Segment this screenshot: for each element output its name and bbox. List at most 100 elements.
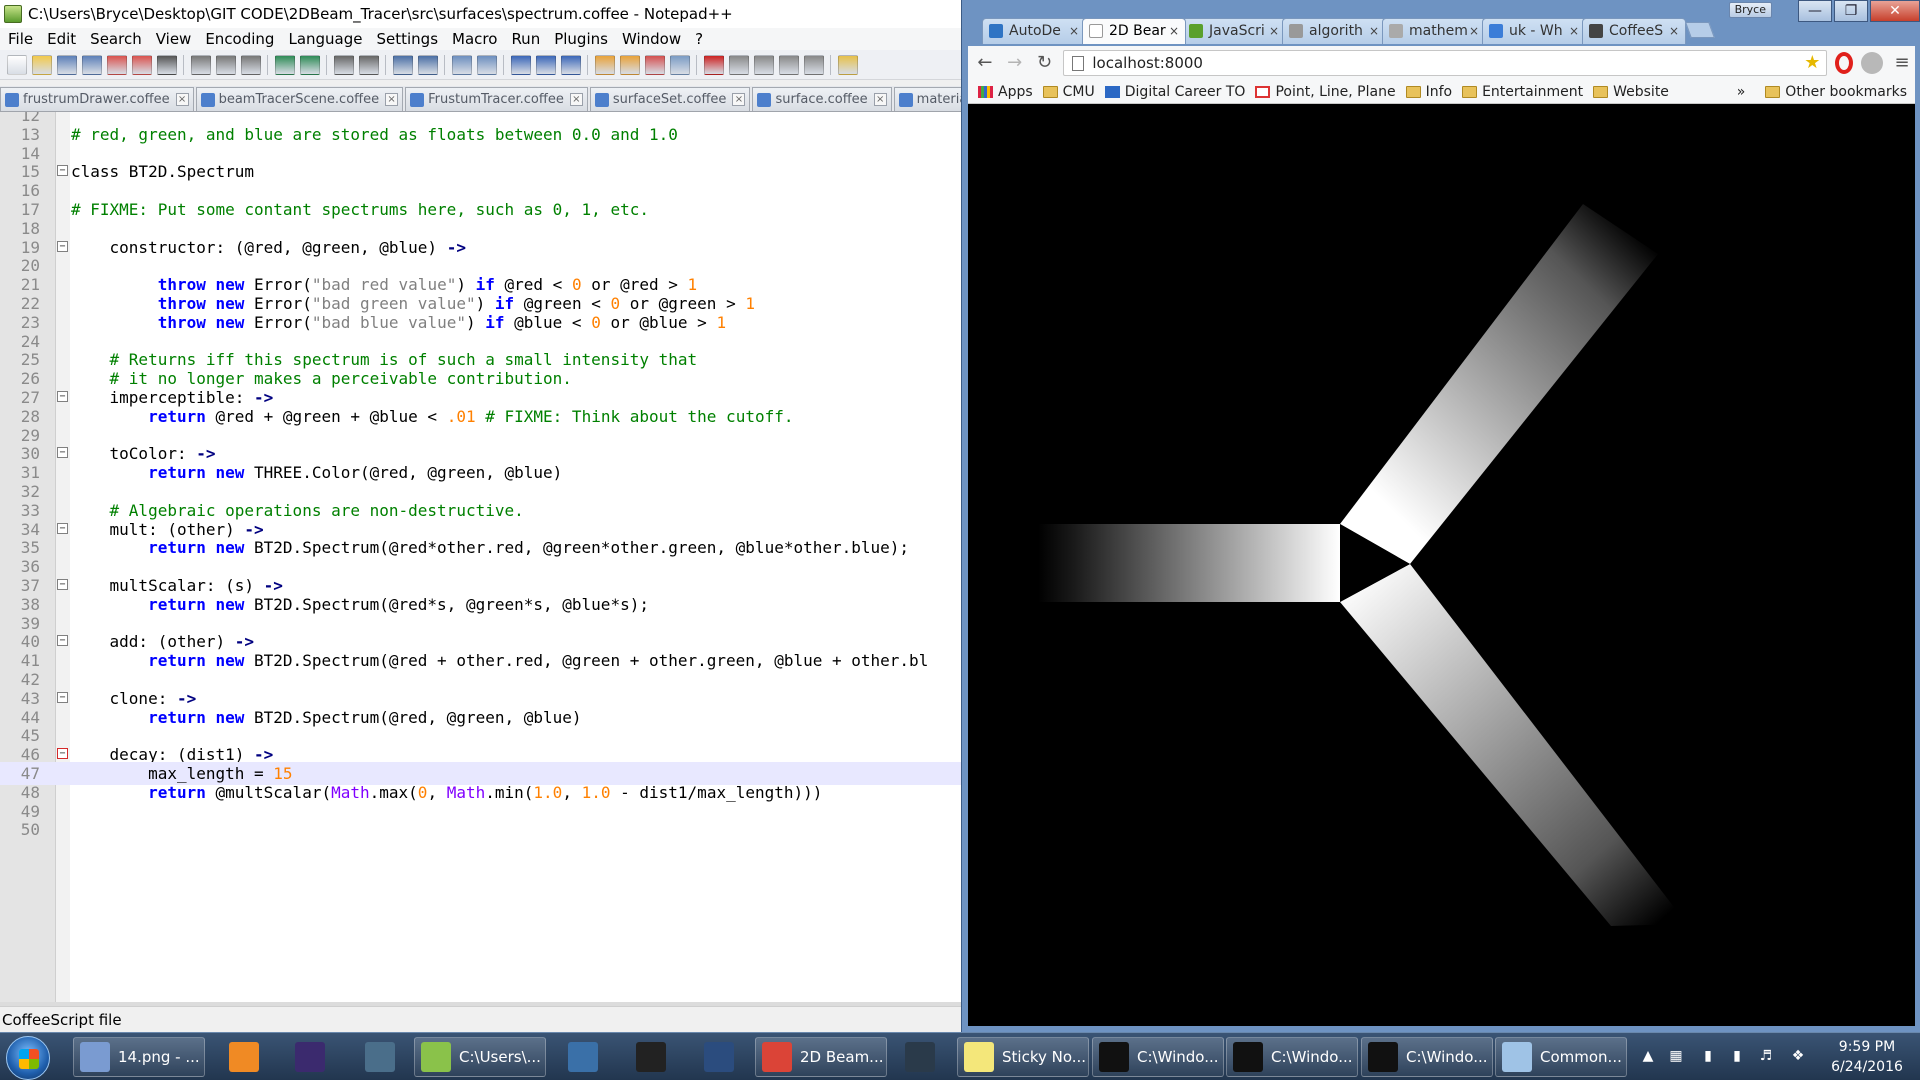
address-bar[interactable]: localhost:8000 ★	[1063, 50, 1828, 76]
file-tab[interactable]: FrustumTracer.coffee ×	[405, 87, 588, 111]
close-tab-icon[interactable]: ×	[1069, 19, 1079, 43]
taskbar-button[interactable]: 2D Beam...	[755, 1037, 887, 1077]
menu-item-search[interactable]: Search	[90, 30, 142, 48]
webgl-canvas[interactable]	[968, 104, 1915, 1026]
function-list-icon[interactable]	[619, 54, 640, 75]
word-wrap-icon[interactable]	[510, 54, 531, 75]
taskbar-button[interactable]: Sticky No...	[957, 1037, 1089, 1077]
dropbox-icon[interactable]: ❖	[1789, 1047, 1807, 1065]
menu-item-macro[interactable]: Macro	[452, 30, 497, 48]
show-all-icon[interactable]	[535, 54, 556, 75]
stop-macro-icon[interactable]	[728, 54, 749, 75]
browser-tab[interactable]: CoffeeS ×	[1582, 18, 1686, 44]
bookmark-item[interactable]: Info	[1405, 84, 1452, 100]
menu-item-view[interactable]: View	[156, 30, 192, 48]
record-macro-icon[interactable]	[703, 54, 724, 75]
fold-toggle-icon[interactable]: −	[57, 165, 68, 177]
fold-toggle-icon[interactable]: −	[57, 748, 68, 760]
show-hidden-icons-icon[interactable]: ▲	[1639, 1047, 1657, 1065]
menu-item-window[interactable]: Window	[622, 30, 681, 48]
taskbar-button[interactable]: C:\Windo...	[1092, 1037, 1224, 1077]
taskbar-button[interactable]: C:\Users\...	[414, 1037, 546, 1077]
taskbar-button[interactable]: Common...	[1495, 1037, 1627, 1077]
taskbar-button[interactable]: C:\Windo...	[1361, 1037, 1493, 1077]
file-tab[interactable]: surface.coffee ×	[752, 87, 892, 111]
open-file-icon[interactable]	[31, 54, 52, 75]
cut-icon[interactable]	[190, 54, 211, 75]
fold-toggle-icon[interactable]: −	[57, 447, 68, 459]
bookmark-item[interactable]: Point, Line, Plane	[1255, 84, 1396, 100]
sync-v-icon[interactable]	[451, 54, 472, 75]
forward-button[interactable]: →	[1002, 50, 1028, 76]
close-tab-icon[interactable]: ×	[1569, 19, 1579, 43]
save-icon[interactable]	[56, 54, 77, 75]
close-tab-icon[interactable]: ×	[873, 93, 887, 106]
fold-toggle-icon[interactable]: −	[57, 522, 68, 534]
close-tab-icon[interactable]: ×	[569, 93, 583, 106]
close-tab-icon[interactable]: ×	[732, 93, 746, 106]
print-icon[interactable]	[156, 54, 177, 75]
start-button[interactable]	[6, 1036, 50, 1080]
menu-item-language[interactable]: Language	[288, 30, 362, 48]
action-center-icon[interactable]: ▦	[1667, 1047, 1685, 1065]
redo-icon[interactable]	[299, 54, 320, 75]
save-macro-icon[interactable]	[803, 54, 824, 75]
code-editor[interactable]: 12 13 # red, green, and blue are stored as…	[0, 112, 961, 1002]
restore-button[interactable]: ❐	[1834, 0, 1868, 22]
file-tab[interactable]: material.coffee×	[893, 87, 961, 111]
file-tab[interactable]: frustrumDrawer.coffee ×	[0, 87, 194, 111]
bookmark-item[interactable]: Digital Career TO	[1104, 84, 1245, 100]
close-tab-icon[interactable]: ×	[175, 93, 189, 106]
fold-toggle-icon[interactable]: −	[57, 579, 68, 590]
new-file-icon[interactable]	[6, 54, 27, 75]
menu-item-help[interactable]: ?	[695, 30, 703, 48]
monitor-icon[interactable]	[669, 54, 690, 75]
close-all-icon[interactable]	[131, 54, 152, 75]
menu-item-plugins[interactable]: Plugins	[554, 30, 608, 48]
menu-item-edit[interactable]: Edit	[47, 30, 76, 48]
bookmark-item[interactable]: CMU	[1042, 84, 1095, 100]
launch-icon[interactable]	[837, 54, 858, 75]
menu-item-encoding[interactable]: Encoding	[205, 30, 274, 48]
taskbar-button[interactable]	[890, 1037, 950, 1077]
chrome-menu-icon[interactable]: ≡	[1889, 50, 1915, 76]
doc-map-icon[interactable]	[594, 54, 615, 75]
close-tab-icon[interactable]: ×	[1169, 19, 1179, 43]
taskbar-button[interactable]	[350, 1037, 410, 1077]
back-button[interactable]: ←	[972, 50, 998, 76]
bookmark-star-icon[interactable]: ★	[1804, 52, 1820, 73]
taskbar-button[interactable]: C:\Windo...	[1226, 1037, 1358, 1077]
minimize-button[interactable]: —	[1798, 0, 1832, 22]
undo-icon[interactable]	[274, 54, 295, 75]
sync-h-icon[interactable]	[476, 54, 497, 75]
taskbar-button[interactable]	[621, 1037, 681, 1077]
battery-icon[interactable]: ▮	[1728, 1047, 1746, 1065]
browser-tab[interactable]: algorith ×	[1282, 18, 1386, 44]
volume-icon[interactable]: ♬	[1757, 1047, 1775, 1065]
bookmark-item[interactable]: Website	[1593, 84, 1669, 100]
run-macro-icon[interactable]	[778, 54, 799, 75]
bookmark-item[interactable]: Apps	[978, 84, 1033, 100]
menu-item-file[interactable]: File	[8, 30, 33, 48]
menu-item-settings[interactable]: Settings	[377, 30, 439, 48]
system-clock[interactable]: 9:59 PM 6/24/2016	[1826, 1037, 1908, 1077]
fold-toggle-icon[interactable]: −	[57, 635, 68, 647]
profile-button[interactable]: Bryce	[1728, 2, 1772, 18]
browser-tab[interactable]: 2D Bear ×	[1082, 18, 1186, 44]
indent-guide-icon[interactable]	[560, 54, 581, 75]
menu-item-run[interactable]: Run	[511, 30, 540, 48]
other-bookmarks[interactable]: Other bookmarks	[1765, 84, 1907, 100]
notepadpp-title-bar[interactable]: C:\Users\Bryce\Desktop\GIT CODE\2DBeam_T…	[0, 0, 961, 28]
file-tab[interactable]: beamTracerScene.coffee ×	[195, 87, 404, 111]
browser-tab[interactable]: JavaScri ×	[1182, 18, 1286, 44]
close-tab-icon[interactable]: ×	[1269, 19, 1279, 43]
close-tab-icon[interactable]: ×	[1469, 19, 1479, 43]
close-tab-icon[interactable]: ×	[1669, 19, 1679, 43]
file-tab[interactable]: surfaceSet.coffee ×	[589, 87, 751, 111]
zoom-out-icon[interactable]	[417, 54, 438, 75]
close-tab-icon[interactable]: ×	[1369, 19, 1379, 43]
copy-icon[interactable]	[215, 54, 236, 75]
taskbar-button[interactable]	[689, 1037, 749, 1077]
bookmark-item[interactable]: Entertainment	[1462, 84, 1583, 100]
network-icon[interactable]: ▮	[1699, 1047, 1717, 1065]
